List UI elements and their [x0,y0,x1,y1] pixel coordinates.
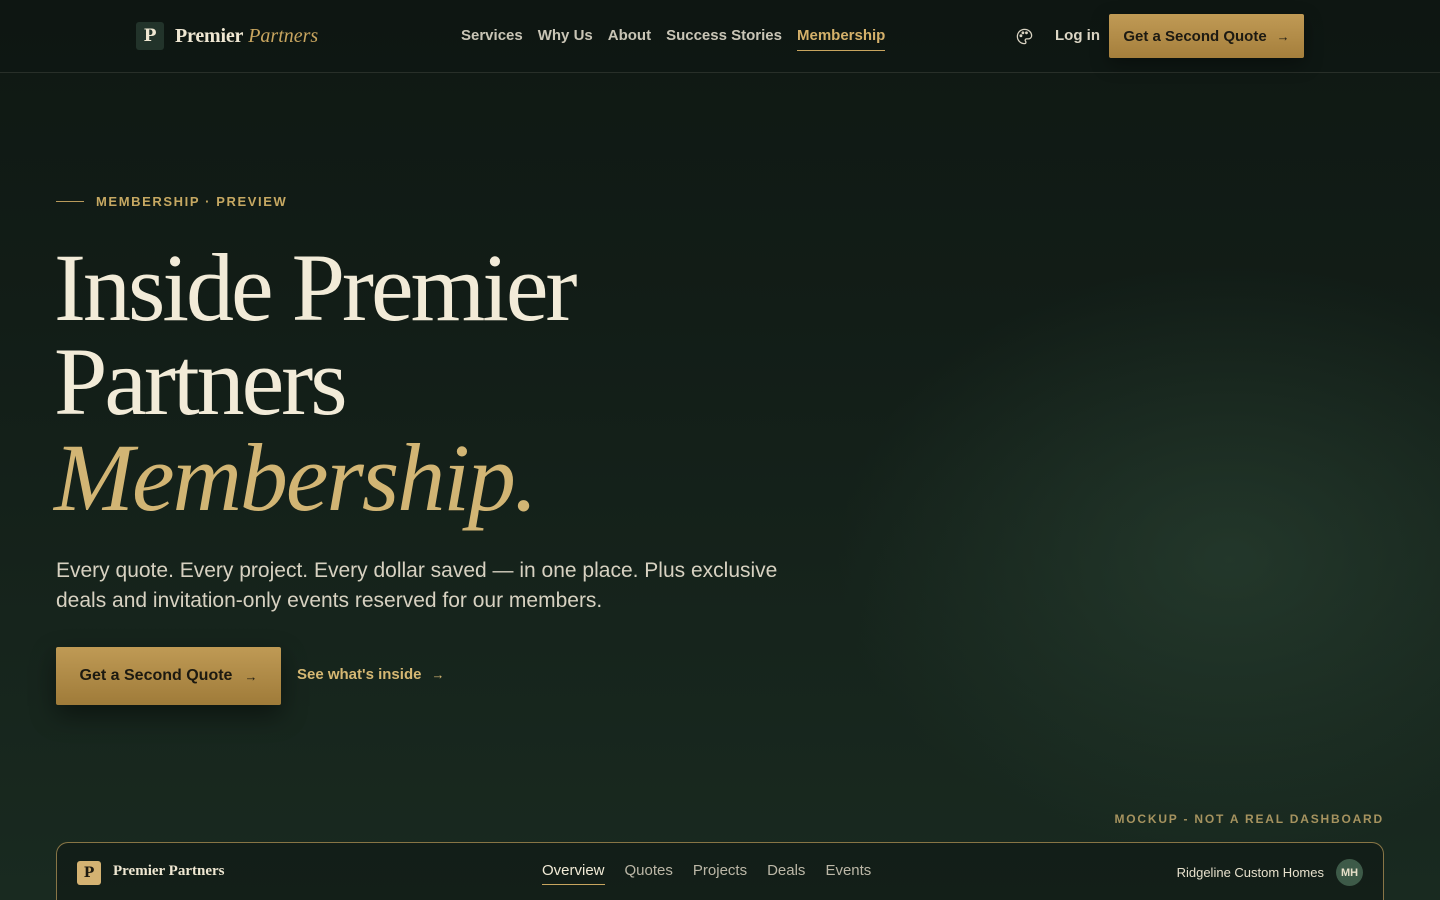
nav-cta-label: Get a Second Quote [1123,27,1267,45]
tab-quotes[interactable]: Quotes [625,862,673,885]
mockup-brand-name: Premier Partners [113,863,225,879]
nav-link-why-us[interactable]: Why Us [538,27,593,51]
brand-logo[interactable]: P Premier Partners [136,22,318,50]
hero-get-quote-button[interactable]: Get a Second Quote → [56,647,281,705]
dashboard-mockup: P Premier Partners Overview Quotes Proje… [56,842,1384,900]
hero-title-line-3: Membership. [54,424,538,531]
see-whats-inside-link[interactable]: See what's inside → [297,666,444,683]
top-nav: P Premier Partners Services Why Us About… [0,0,1440,73]
login-link[interactable]: Log in [1055,27,1100,44]
mockup-disclaimer: MOCKUP - NOT A REAL DASHBOARD [1114,812,1384,826]
eyebrow-rule [56,201,84,202]
nav-link-about[interactable]: About [608,27,651,51]
eyebrow-text: MEMBERSHIP · PREVIEW [96,194,288,209]
brand-name-accent: Partners [248,24,319,47]
hero-title-line-1: Inside Premier [54,234,577,341]
mockup-user-name: Ridgeline Custom Homes [1176,865,1324,880]
primary-nav: Services Why Us About Success Stories Me… [461,27,900,51]
hero-cta-label: Get a Second Quote [79,667,233,684]
hero-title-line-2: Partners [54,328,348,435]
arrow-right-icon: → [431,667,445,682]
arrow-right-icon: → [244,668,258,684]
tab-deals[interactable]: Deals [767,862,805,885]
mockup-tabs: Overview Quotes Projects Deals Events [542,862,891,885]
palette-icon[interactable] [1015,27,1034,46]
get-second-quote-button[interactable]: Get a Second Quote → [1109,14,1304,58]
tab-overview[interactable]: Overview [542,862,605,885]
nav-link-success-stories[interactable]: Success Stories [666,27,782,51]
avatar[interactable]: MH [1336,859,1363,886]
eyebrow: MEMBERSHIP · PREVIEW [56,194,287,209]
brand-name: Premier [175,24,244,47]
logo-mark: P [136,22,164,50]
tab-events[interactable]: Events [825,862,871,885]
tab-projects[interactable]: Projects [693,862,747,885]
hero-lede: Every quote. Every project. Every dollar… [56,559,778,612]
nav-link-membership[interactable]: Membership [796,27,886,51]
mockup-logo-mark: P [77,861,101,885]
nav-link-services[interactable]: Services [461,27,523,51]
arrow-right-icon: → [1276,28,1290,44]
secondary-cta-label: See what's inside [297,666,422,683]
